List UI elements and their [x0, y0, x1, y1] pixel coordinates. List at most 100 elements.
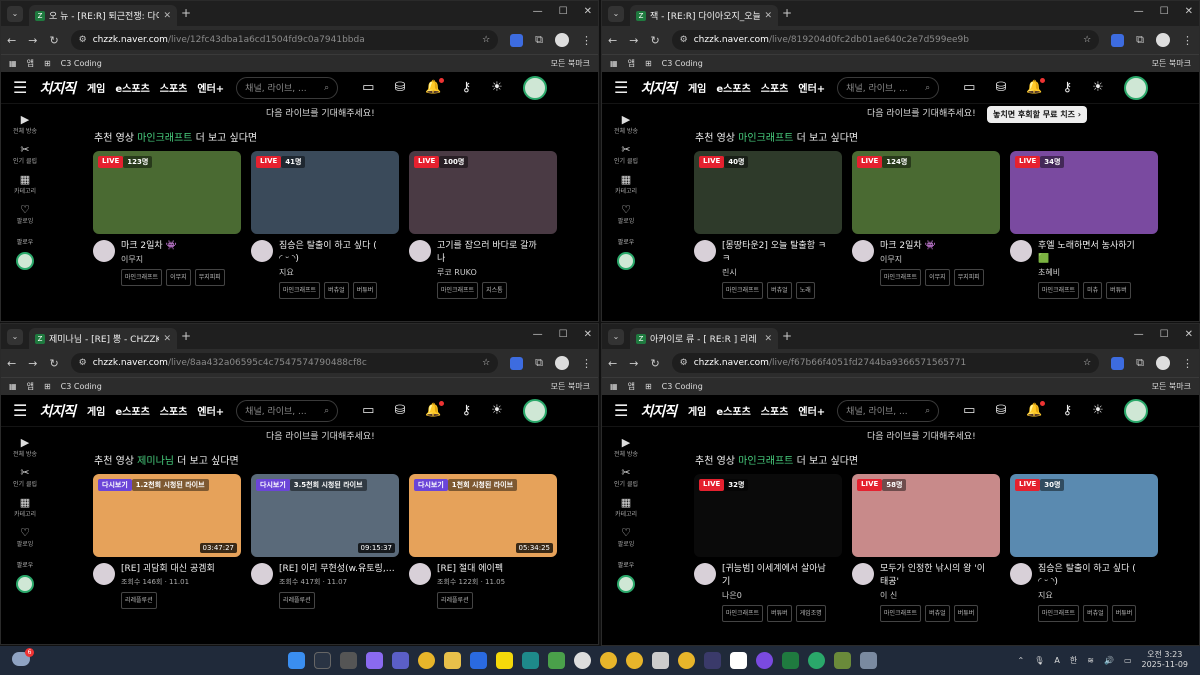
- video-thumbnail[interactable]: LIVE 100명: [409, 151, 557, 234]
- site-info-icon[interactable]: ⚙: [79, 358, 87, 368]
- back-icon[interactable]: ←: [608, 34, 617, 47]
- video-title-line2[interactable]: 🟩: [1038, 253, 1135, 266]
- menu-item[interactable]: 엔터+: [798, 80, 825, 95]
- tag[interactable]: 마인크래프트: [880, 605, 922, 622]
- sidebar-item[interactable]: ♡ 팔로잉: [602, 203, 650, 225]
- menu-item[interactable]: 스포츠: [761, 403, 789, 418]
- grid-icon[interactable]: ⊞: [645, 382, 652, 391]
- ide-icon[interactable]: [704, 652, 721, 669]
- video-card[interactable]: LIVE 123명 마크 2일차 👾 이무지 마인크래프트 이무지 무지피피: [93, 151, 241, 299]
- channel-avatar[interactable]: [694, 563, 716, 585]
- video-card[interactable]: LIVE 32명 [귀능범] 이세계에서 살아남 기 나은0 마인크래프트 버튜버 게임조명: [694, 474, 842, 622]
- video-thumbnail[interactable]: 다시보기 1천회 시청된 라이브 05:34:25: [409, 474, 557, 557]
- sidebar-item[interactable]: ▦ 카테고리: [602, 496, 650, 518]
- video-title[interactable]: 후엘 노래하면서 농사하기: [1038, 240, 1135, 253]
- back-icon[interactable]: ←: [7, 34, 16, 47]
- video-thumbnail[interactable]: LIVE 123명: [93, 151, 241, 234]
- address-bar[interactable]: ⚙ chzzk.naver.com/live/12fc43dba1a6cd1504…: [70, 30, 499, 50]
- chzzk-logo[interactable]: 치지직: [39, 78, 76, 98]
- notion-icon[interactable]: [730, 652, 747, 669]
- channel-name[interactable]: 린시: [722, 266, 826, 279]
- key-icon[interactable]: ⚷: [462, 403, 472, 418]
- bookmark-apps[interactable]: 앱: [628, 58, 635, 69]
- puzzle-icon[interactable]: ⧉: [535, 356, 543, 370]
- video-thumbnail[interactable]: LIVE 41명: [251, 151, 399, 234]
- apps-grid-icon[interactable]: ▦: [610, 382, 618, 391]
- video-thumbnail[interactable]: LIVE 32명: [694, 474, 842, 557]
- browser-tab[interactable]: Z 아카이로 류 - [ RE:R ] 리레 퇴: ✕: [630, 328, 778, 349]
- channel-name[interactable]: 지요: [1038, 589, 1136, 602]
- chzzk-logo[interactable]: 치지직: [640, 78, 677, 98]
- tag[interactable]: 버튜버: [767, 605, 792, 622]
- wifi-icon[interactable]: ≋: [1087, 656, 1094, 665]
- extension-icon[interactable]: [510, 356, 524, 370]
- tag[interactable]: 마인크래프트: [121, 269, 163, 286]
- back-icon[interactable]: ←: [7, 357, 16, 370]
- tag[interactable]: 리레플루션: [437, 592, 473, 609]
- search-icon[interactable]: ⌕: [925, 406, 930, 416]
- tag[interactable]: 마인크래프트: [722, 605, 764, 622]
- minimize-button[interactable]: —: [1134, 6, 1144, 17]
- recommend-category[interactable]: 마인크래프트: [137, 133, 192, 144]
- bell-icon[interactable]: 🔔: [425, 78, 444, 95]
- key-icon[interactable]: ⚷: [462, 80, 472, 95]
- tag[interactable]: 무지피피: [194, 269, 225, 286]
- tab-search-button[interactable]: ⌄: [7, 6, 23, 22]
- tag[interactable]: 무지피피: [953, 269, 984, 286]
- tag[interactable]: 마인크래프트: [279, 282, 321, 299]
- maximize-button[interactable]: ☐: [1160, 329, 1169, 340]
- tag[interactable]: 버튜버: [953, 605, 979, 622]
- puzzle-icon[interactable]: ⧉: [535, 33, 543, 47]
- bookmark-apps[interactable]: 앱: [27, 381, 34, 392]
- tag[interactable]: 이무지: [166, 269, 191, 286]
- theme-icon[interactable]: ☀: [1092, 80, 1104, 95]
- tag[interactable]: 마인크래프트: [1038, 282, 1080, 299]
- tab-search-button[interactable]: ⌄: [7, 329, 23, 345]
- key-icon[interactable]: ⚷: [1063, 80, 1073, 95]
- channel-name[interactable]: 이 신: [880, 589, 985, 602]
- minimize-button[interactable]: —: [533, 6, 543, 17]
- sidebar-item[interactable]: ✂ 인기 클립: [602, 143, 650, 165]
- start-icon[interactable]: [288, 652, 305, 669]
- video-title[interactable]: 짐승은 탈출이 하고 싶다 (: [279, 240, 377, 253]
- reload-icon[interactable]: ↻: [49, 357, 58, 370]
- tag[interactable]: 버튜버: [1111, 605, 1137, 622]
- puzzle-icon[interactable]: ⧉: [1136, 33, 1144, 47]
- followed-channel-avatar[interactable]: [16, 575, 34, 593]
- menu-item[interactable]: e스포츠: [716, 403, 750, 418]
- video-title[interactable]: 마크 2일차 👾: [121, 240, 225, 253]
- channel-name[interactable]: 이무지: [880, 253, 984, 266]
- video-card[interactable]: 다시보기 1천회 시청된 라이브 05:34:25 [RE] 절대 에이펙 조회수 12…: [409, 474, 557, 609]
- weather-widget[interactable]: 6: [12, 648, 34, 666]
- sidebar-item[interactable]: ♡ 팔로잉: [1, 526, 49, 548]
- clock[interactable]: 오전 3:23 2025-11-09: [1142, 650, 1189, 670]
- bell-icon[interactable]: 🔔: [1026, 78, 1045, 95]
- channel-avatar[interactable]: [1010, 240, 1032, 262]
- followed-channel-avatar[interactable]: [617, 575, 635, 593]
- tab-close-icon[interactable]: ✕: [764, 11, 772, 21]
- extension-icon[interactable]: [1111, 356, 1125, 370]
- user-avatar[interactable]: [522, 75, 547, 100]
- video-card[interactable]: LIVE 124명 마크 2일차 👾 이무지 마인크래프트 이무지 무지피피: [852, 151, 1000, 299]
- theme-icon[interactable]: ☀: [491, 403, 503, 418]
- menu-item[interactable]: 엔터+: [197, 80, 224, 95]
- video-title[interactable]: [몽땅타운2] 오늘 탈출함 ㅋ: [722, 240, 826, 253]
- video-title[interactable]: 고기를 잡으러 바다로 갈까: [437, 240, 537, 253]
- discord-icon[interactable]: [756, 652, 773, 669]
- channel-avatar[interactable]: [852, 563, 874, 585]
- video-title-line2[interactable]: ◜ ᵕ ◝): [1038, 576, 1136, 589]
- sidebar-item[interactable]: ▶ 전체 방송: [1, 436, 49, 458]
- profile-avatar[interactable]: [1156, 33, 1170, 47]
- minimize-button[interactable]: —: [1134, 329, 1144, 340]
- video-title-line2[interactable]: ◜ ᵕ ◝): [279, 253, 377, 266]
- new-tab-button[interactable]: +: [181, 6, 191, 20]
- profile-avatar[interactable]: [555, 33, 569, 47]
- app-icon[interactable]: [652, 652, 669, 669]
- address-bar[interactable]: ⚙ chzzk.naver.com/live/819204d0fc2db01ae6…: [671, 30, 1100, 50]
- notepad-icon[interactable]: [548, 652, 565, 669]
- menu-item[interactable]: 게임: [688, 80, 706, 95]
- profile-avatar[interactable]: [1156, 356, 1170, 370]
- tab-close-icon[interactable]: ✕: [163, 11, 171, 21]
- theme-icon[interactable]: ☀: [491, 80, 503, 95]
- channel-avatar[interactable]: [409, 563, 431, 585]
